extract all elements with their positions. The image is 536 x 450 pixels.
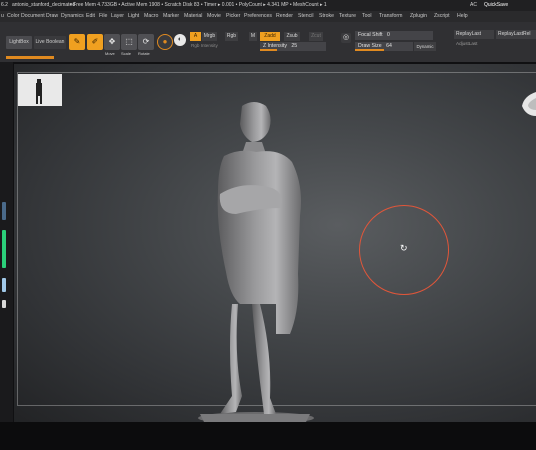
menu-macro[interactable]: Macro [144, 11, 158, 22]
menu-picker[interactable]: Picker [226, 11, 240, 22]
app-version: 6.2 [1, 2, 8, 8]
m-button[interactable]: M [249, 32, 257, 41]
material-sphere-icon[interactable]: ● [157, 34, 173, 50]
move-icon[interactable]: ✥ [104, 34, 120, 50]
menu-tool[interactable]: Tool [362, 11, 372, 22]
menu-color[interactable]: Color [7, 11, 19, 22]
menu-stroke[interactable]: Stroke [319, 11, 334, 22]
title-bar: 6.2 antonio_stanford_decimated • Free Me… [0, 0, 536, 11]
color-swatch-blue[interactable] [2, 202, 6, 220]
rgb-button[interactable]: Rgb [225, 32, 238, 41]
menu-light[interactable]: Light [128, 11, 139, 22]
menu-movie[interactable]: Movie [207, 11, 221, 22]
menu-alpha-partial[interactable]: u [1, 11, 4, 22]
menu-texture[interactable]: Texture [339, 11, 356, 22]
edit-icon[interactable]: ✎ [69, 34, 85, 50]
menu-zscript[interactable]: Zscript [434, 11, 450, 22]
quicksave-button[interactable]: QuickSave [484, 0, 508, 11]
live-boolean-button[interactable]: Live Boolean [34, 36, 66, 49]
focal-shift-value: 0 [386, 32, 390, 38]
adjust-last-slider[interactable]: AdjustLast [456, 40, 477, 47]
statue-sculpt[interactable] [180, 96, 320, 432]
brush-options-icon[interactable]: ◎ [341, 33, 351, 43]
menu-preferences[interactable]: Preferences [244, 11, 272, 22]
replay-last-button[interactable]: ReplayLast [454, 30, 494, 39]
zadd-button[interactable]: Zadd [260, 32, 280, 41]
menu-bar: u Color Document Draw Dynamics Edit File… [0, 11, 536, 22]
color-swatch-green[interactable] [2, 230, 6, 268]
menu-material[interactable]: Material [184, 11, 202, 22]
menu-layer[interactable]: Layer [111, 11, 124, 22]
left-shelf [0, 62, 13, 422]
menu-help[interactable]: Help [457, 11, 468, 22]
orientation-gizmo-icon[interactable] [518, 90, 536, 118]
menu-transform[interactable]: Transform [379, 11, 402, 22]
zcut-button[interactable]: Zcut [309, 32, 323, 41]
toolbar: LightBox Live Boolean ✎ ✐ ✥ ⬚ ⟳ ● ◐ Move… [0, 22, 536, 62]
color-swatch-white[interactable] [2, 300, 6, 308]
system-stats: • Free Mem 4.733GB • Active Mem 1908 • S… [70, 2, 327, 8]
z-intensity-value: 25 [291, 43, 298, 49]
texture-icon[interactable]: ◐ [174, 34, 186, 46]
z-intensity-fill [260, 49, 277, 51]
draw-size-value: 64 [386, 43, 392, 49]
focal-shift-label: Focal Shift [358, 32, 383, 38]
menu-render[interactable]: Render [276, 11, 293, 22]
zsub-button[interactable]: Zsub [284, 32, 300, 41]
menu-document[interactable]: Document [21, 11, 45, 22]
menu-zplugin[interactable]: Zplugin [410, 11, 427, 22]
lightbox-button[interactable]: LightBox [6, 36, 32, 49]
menu-dynamics[interactable]: Dynamics [61, 11, 84, 22]
thumbnail-figure-icon [36, 79, 42, 104]
menu-marker[interactable]: Marker [163, 11, 179, 22]
draw-size-fill [355, 49, 384, 51]
rgb-intensity-slider[interactable]: Rgb Intensity [191, 42, 218, 49]
ac-label: AC [470, 2, 477, 8]
color-swatch-lightblue[interactable] [2, 278, 6, 292]
rotate-cursor-icon: ↻ [400, 243, 408, 253]
a-button[interactable]: A [190, 32, 201, 41]
menu-edit[interactable]: Edit [86, 11, 95, 22]
document-name: antonio_stanford_decimated [12, 2, 76, 8]
z-intensity-slider[interactable]: Z Intensity 25 [260, 42, 326, 51]
mrgb-button[interactable]: Mrgb [202, 32, 217, 41]
dynamic-button[interactable]: Dynamic [414, 42, 436, 51]
move-label: Move [105, 51, 115, 56]
scale-icon[interactable]: ⬚ [121, 34, 137, 50]
rotate-icon[interactable]: ⟳ [138, 34, 154, 50]
lightbox-indicator [6, 56, 54, 59]
bottom-bezel [0, 422, 536, 450]
menu-stencil[interactable]: Stencil [298, 11, 314, 22]
replay-last-rel-button[interactable]: ReplayLastRel [496, 30, 536, 39]
scale-label: Scale [121, 51, 132, 56]
navigation-thumbnail[interactable] [18, 74, 62, 106]
draw-icon[interactable]: ✐ [87, 34, 103, 50]
rotate-label: Rotate [138, 51, 150, 56]
menu-file[interactable]: File [99, 11, 107, 22]
menu-draw[interactable]: Draw [46, 11, 58, 22]
focal-shift-slider[interactable]: Focal Shift 0 [355, 31, 433, 40]
draw-size-slider[interactable]: Draw Size 64 [355, 42, 413, 51]
